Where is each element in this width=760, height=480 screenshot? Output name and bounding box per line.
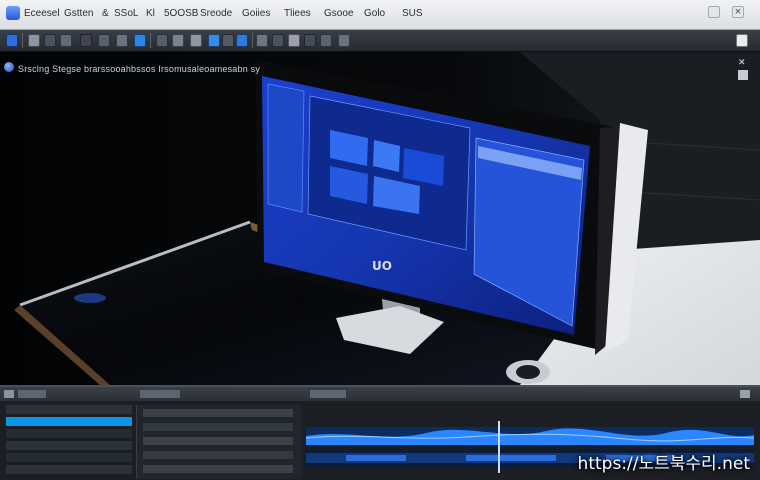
list-item[interactable]: [6, 405, 132, 414]
tool-brush-icon[interactable]: [272, 34, 284, 47]
panel-tab-icon[interactable]: [18, 390, 46, 398]
tool-file-icon[interactable]: [28, 34, 40, 47]
timeline-track-1[interactable]: [306, 427, 754, 445]
monitor-logo: UO: [372, 259, 392, 273]
tool-text-icon[interactable]: [304, 34, 316, 47]
property-row[interactable]: [143, 451, 293, 459]
workstation-photo: UO: [0, 52, 760, 385]
list-item[interactable]: [6, 441, 132, 450]
watermark-url: https://노트북수리.net: [577, 454, 750, 474]
menu-item-5[interactable]: Kl: [146, 8, 155, 19]
menu-item-2[interactable]: Gstten: [64, 8, 93, 19]
app-icon: [6, 6, 20, 20]
panel-tab-icon[interactable]: [140, 390, 180, 398]
panel-tab-icon[interactable]: [310, 390, 346, 398]
tool-clip-icon[interactable]: [236, 34, 248, 47]
tool-image-icon[interactable]: [134, 34, 146, 47]
list-item[interactable]: [6, 429, 132, 438]
panel-option-icon[interactable]: [740, 390, 750, 398]
tool-layers-icon[interactable]: [44, 34, 56, 47]
menu-item-10[interactable]: Gsooe: [324, 8, 353, 19]
tool-chart-icon[interactable]: [172, 34, 184, 47]
tool-frame-icon[interactable]: [208, 34, 220, 47]
tool-move-icon[interactable]: [256, 34, 268, 47]
tool-phone-icon[interactable]: [222, 34, 234, 47]
playhead-marker[interactable]: [498, 421, 500, 473]
property-row[interactable]: [143, 437, 293, 445]
list-item-selected[interactable]: [6, 417, 132, 426]
tool-crop-icon[interactable]: [156, 34, 168, 47]
menu-item-3[interactable]: &: [102, 8, 109, 19]
menu-item-7[interactable]: Sreode: [200, 8, 232, 19]
minimize-icon[interactable]: [708, 6, 720, 18]
image-viewport: UO Srsclng Stegse brarssooahbssos Irsomu…: [0, 52, 760, 385]
tool-grid-icon[interactable]: [80, 34, 92, 47]
property-row[interactable]: [143, 409, 293, 417]
panel-toggle-icon[interactable]: [736, 34, 748, 47]
list-item[interactable]: [6, 453, 132, 462]
menu-item-1[interactable]: Eceesel: [24, 8, 60, 19]
toolbar: [0, 30, 760, 52]
properties-pane: [136, 405, 302, 479]
panel-header: [0, 387, 760, 401]
tool-eraser-icon[interactable]: [288, 34, 300, 47]
toolbar-separator: [150, 33, 151, 48]
toolbar-separator: [252, 33, 253, 48]
tool-page-icon[interactable]: [190, 34, 202, 47]
property-row[interactable]: [143, 423, 293, 431]
tool-shape-icon[interactable]: [320, 34, 332, 47]
tool-zoom-icon[interactable]: [338, 34, 350, 47]
tool-select-icon[interactable]: [6, 34, 18, 47]
tool-edit-icon[interactable]: [98, 34, 110, 47]
title-menu-bar: Eceesel Gstten & SSoL Kl 5OOSB Sreode Go…: [0, 0, 760, 30]
menu-item-12[interactable]: SUS: [402, 8, 423, 19]
menu-item-9[interactable]: Tliees: [284, 8, 311, 19]
viewport-restore-icon[interactable]: [738, 70, 748, 80]
close-icon[interactable]: ×: [732, 6, 744, 18]
menu-item-8[interactable]: Goiies: [242, 8, 270, 19]
tool-panel-icon[interactable]: [60, 34, 72, 47]
tool-list-icon[interactable]: [116, 34, 128, 47]
property-row[interactable]: [143, 465, 293, 473]
panel-tab-icon[interactable]: [4, 390, 14, 398]
menu-item-6[interactable]: 5OOSB: [164, 8, 198, 19]
menu-item-11[interactable]: Golo: [364, 8, 385, 19]
menu-item-4[interactable]: SSoL: [114, 8, 138, 19]
viewport-title: Srsclng Stegse brarssooahbssos Irsomusal…: [18, 64, 261, 74]
list-item[interactable]: [6, 465, 132, 474]
toolbar-separator: [22, 33, 23, 48]
globe-icon: [4, 62, 14, 72]
viewport-close-icon[interactable]: ✕: [738, 58, 748, 68]
